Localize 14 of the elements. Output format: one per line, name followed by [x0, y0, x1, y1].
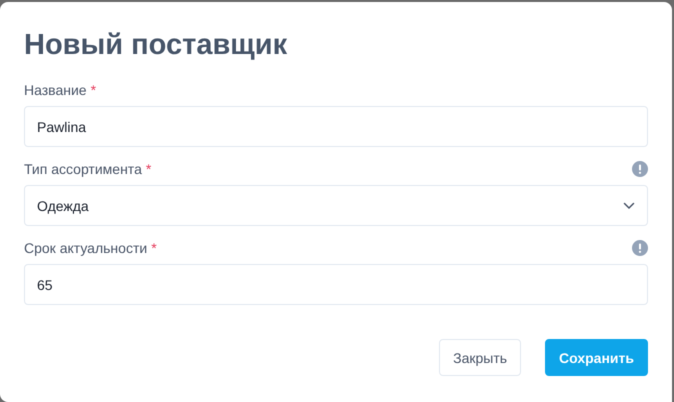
field-label: Название	[24, 82, 87, 98]
chevron-down-icon	[623, 202, 635, 210]
input-field[interactable]: Pawlina	[24, 106, 648, 147]
info-icon[interactable]	[632, 240, 648, 256]
select-field[interactable]: Одежда	[24, 185, 648, 226]
info-icon[interactable]	[632, 161, 648, 177]
dialog-title: Новый поставщик	[24, 28, 288, 62]
required-asterisk: *	[151, 240, 157, 256]
input-field[interactable]: 65	[24, 264, 648, 305]
field-label: Тип ассортимента	[24, 161, 142, 177]
required-asterisk: *	[90, 82, 96, 98]
field-label: Срок актуальности	[24, 240, 148, 256]
required-asterisk: *	[146, 161, 152, 177]
close-button[interactable]: Закрыть	[439, 339, 522, 376]
